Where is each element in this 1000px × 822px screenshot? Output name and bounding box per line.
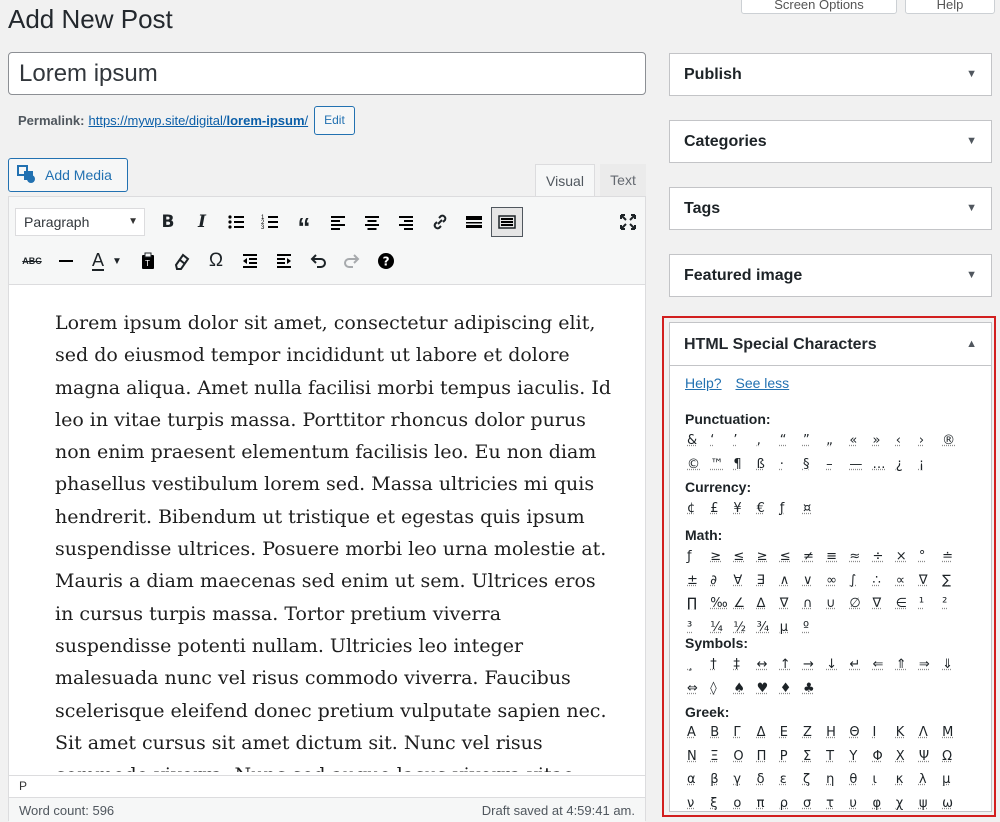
permalink-label: Permalink: [18,113,85,128]
publish-box[interactable]: Publish ▼ [669,53,992,96]
publish-box-title: Publish [684,66,742,83]
link-icon[interactable] [423,207,457,237]
svg-text:?: ? [383,255,390,269]
toolbar-toggle-icon[interactable] [491,207,523,237]
collapse-arrow-icon[interactable]: ▼ [966,54,977,95]
help-button[interactable]: Help [905,0,995,14]
paste-text-icon[interactable]: T [131,246,165,276]
tags-box-title: Tags [684,200,721,217]
indent-icon[interactable] [267,246,301,276]
bullet-list-icon[interactable] [219,207,253,237]
italic-icon[interactable]: I [185,207,219,237]
editor: Paragraph B I 123 “ ABC A▼ T Ω ? [8,196,646,822]
blockquote-icon[interactable]: “ [287,207,321,242]
read-more-icon[interactable] [457,207,491,237]
media-icon [17,164,37,186]
special-character-icon[interactable]: Ω [199,246,233,276]
add-media-label: Add Media [45,167,112,183]
fullscreen-icon[interactable] [611,207,645,237]
bold-icon[interactable]: B [151,207,185,237]
align-right-icon[interactable] [389,207,423,237]
collapse-arrow-icon[interactable]: ▼ [966,121,977,162]
strikethrough-icon[interactable]: ABC [15,246,49,276]
editor-content[interactable]: Lorem ipsum dolor sit amet, consectetur … [55,307,615,772]
featured-image-box[interactable]: Featured image ▼ [669,254,992,297]
categories-box-title: Categories [684,133,767,150]
word-count: Word count: 596 [19,803,115,818]
text-color-icon[interactable]: A ▼ [83,246,131,276]
format-select[interactable]: Paragraph [15,208,145,236]
tab-visual[interactable]: Visual [535,164,595,197]
permalink-suffix: / [304,113,309,128]
permalink: Permalink: https://mywp.site/digital/lor… [18,106,355,135]
permalink-base: https://mywp.site/digital/ [88,113,227,128]
draft-saved-status: Draft saved at 4:59:41 am. [481,803,635,818]
align-center-icon[interactable] [355,207,389,237]
keyboard-help-icon[interactable]: ? [369,246,403,276]
svg-text:T: T [145,259,150,268]
permalink-link[interactable]: https://mywp.site/digital/lorem-ipsum/ [88,113,308,128]
add-media-button[interactable]: Add Media [8,158,128,192]
editor-status-bar: Word count: 596 Draft saved at 4:59:41 a… [9,797,645,822]
clear-formatting-icon[interactable] [165,246,199,276]
editor-toolbar: Paragraph B I 123 “ ABC A▼ T Ω ? [9,197,645,285]
collapse-arrow-icon[interactable]: ▼ [966,255,977,296]
svg-text:3: 3 [261,225,265,231]
element-path: P [9,775,645,797]
undo-icon[interactable] [301,246,335,276]
categories-box[interactable]: Categories ▼ [669,120,992,163]
featured-image-box-title: Featured image [684,267,803,284]
permalink-edit-button[interactable]: Edit [314,106,355,135]
redo-icon[interactable] [335,246,369,276]
collapse-arrow-icon[interactable]: ▼ [966,188,977,229]
outdent-icon[interactable] [233,246,267,276]
screen-options-button[interactable]: Screen Options [741,0,897,14]
tab-text[interactable]: Text [600,164,646,197]
page-title: Add New Post [8,4,173,34]
post-title-input[interactable]: Lorem ipsum [8,52,646,95]
permalink-slug: lorem-ipsum [226,113,305,128]
numbered-list-icon[interactable]: 123 [253,207,287,237]
highlight-frame [662,316,996,817]
tags-box[interactable]: Tags ▼ [669,187,992,230]
horizontal-line-icon[interactable] [49,246,83,276]
align-left-icon[interactable] [321,207,355,237]
